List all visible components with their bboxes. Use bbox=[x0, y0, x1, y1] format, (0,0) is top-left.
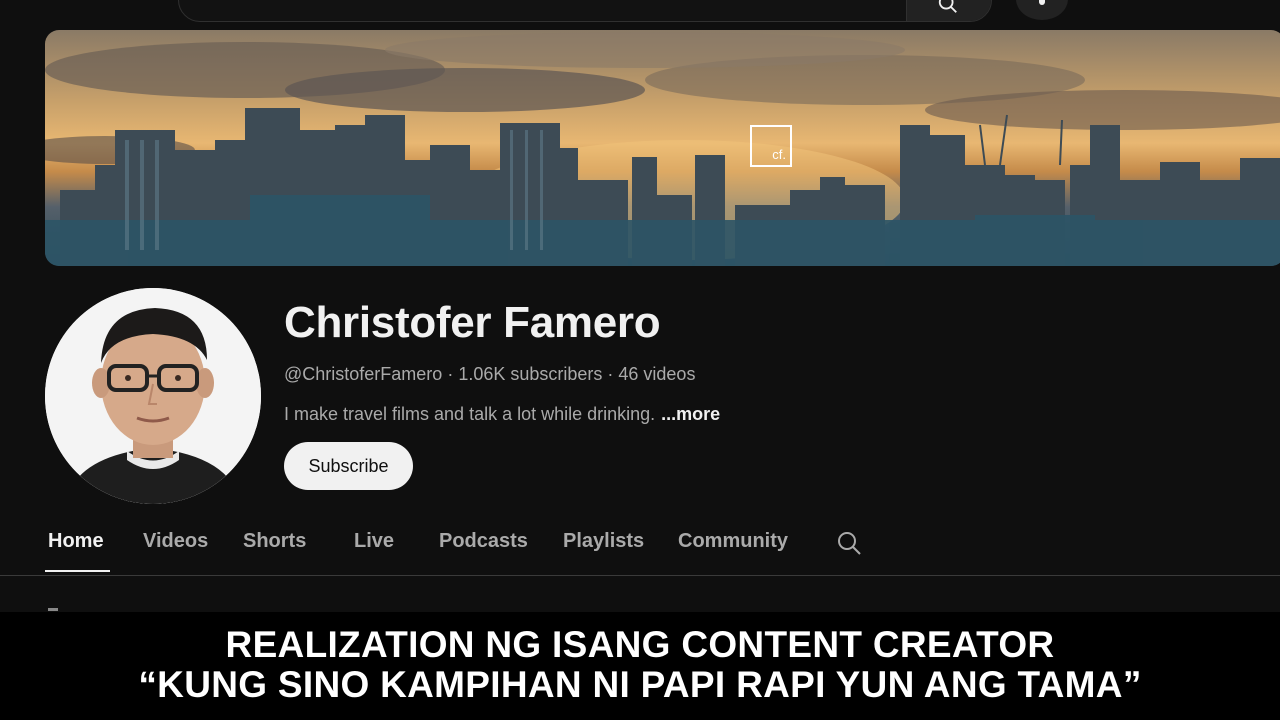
search-button[interactable] bbox=[906, 0, 991, 21]
channel-tabs: Home Videos Shorts Live Podcasts Playlis… bbox=[0, 520, 1280, 576]
more-link[interactable]: ...more bbox=[661, 404, 720, 424]
channel-handle: @ChristoferFamero bbox=[284, 364, 443, 384]
video-count: 46 videos bbox=[618, 364, 696, 384]
subscriber-count: 1.06K subscribers bbox=[458, 364, 603, 384]
mic-icon bbox=[1039, 0, 1045, 5]
tab-playlists[interactable]: Playlists bbox=[563, 530, 644, 553]
meta-separator: · bbox=[607, 364, 614, 384]
tab-live[interactable]: Live bbox=[354, 530, 394, 553]
banner-logo: cf. bbox=[750, 125, 792, 167]
search-bar[interactable] bbox=[178, 0, 992, 22]
avatar-portrait bbox=[45, 288, 261, 504]
channel-avatar[interactable] bbox=[45, 288, 261, 504]
channel-description[interactable]: I make travel films and talk a lot while… bbox=[284, 404, 720, 425]
channel-banner: cf. bbox=[45, 30, 1280, 266]
tab-home[interactable]: Home bbox=[48, 530, 104, 553]
tab-community[interactable]: Community bbox=[678, 530, 788, 553]
voice-search-button[interactable] bbox=[1016, 0, 1068, 20]
tab-videos[interactable]: Videos bbox=[143, 530, 208, 553]
tabs-divider bbox=[0, 575, 1280, 576]
caption-line-2: “KUNG SINO KAMPIHAN NI PAPI RAPI YUN ANG… bbox=[138, 664, 1142, 705]
subscribe-button[interactable]: Subscribe bbox=[284, 442, 413, 490]
search-icon bbox=[938, 0, 957, 13]
banner-logo-text: cf. bbox=[772, 147, 786, 162]
active-tab-indicator bbox=[45, 570, 110, 572]
tab-podcasts[interactable]: Podcasts bbox=[439, 530, 528, 553]
city-skyline-image bbox=[45, 32, 1280, 266]
tab-shorts[interactable]: Shorts bbox=[243, 530, 306, 553]
content-edge-mark bbox=[48, 608, 58, 611]
caption-overlay: REALIZATION NG ISANG CONTENT CREATOR “KU… bbox=[0, 612, 1280, 720]
description-text: I make travel films and talk a lot while… bbox=[284, 404, 656, 424]
caption-line-1: REALIZATION NG ISANG CONTENT CREATOR bbox=[225, 624, 1055, 665]
channel-meta: @ChristoferFamero · 1.06K subscribers · 46 v… bbox=[284, 364, 695, 385]
meta-separator: · bbox=[447, 364, 454, 384]
channel-search-icon[interactable] bbox=[836, 530, 862, 556]
channel-name: Christofer Famero bbox=[284, 298, 661, 347]
